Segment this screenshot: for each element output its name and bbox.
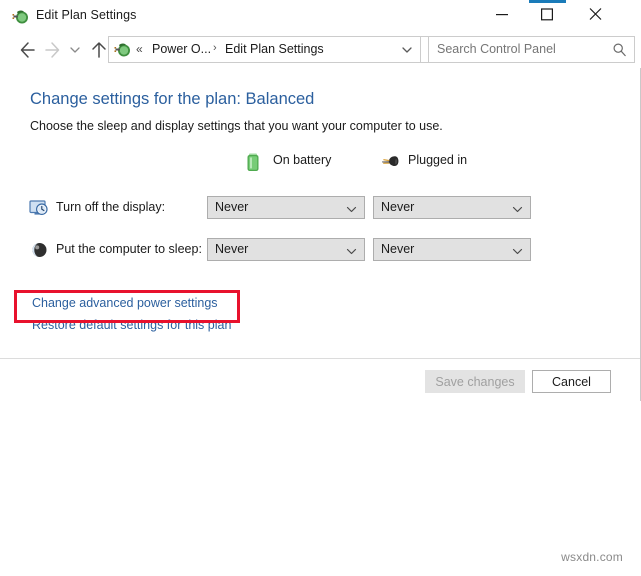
minimize-button[interactable] (479, 0, 524, 29)
watermark: wsxdn.com (561, 550, 623, 564)
window-title: Edit Plan Settings (36, 8, 136, 22)
chevron-down-icon[interactable] (345, 202, 358, 213)
chevron-down-icon[interactable] (511, 244, 524, 255)
breadcrumb[interactable]: « Power O... › Edit Plan Settings (108, 36, 421, 63)
select-value: Never (215, 242, 248, 256)
search-icon[interactable] (612, 42, 627, 57)
minimize-icon (496, 0, 508, 29)
address-bar: « Power O... › Edit Plan Settings Search… (0, 33, 641, 68)
maximize-icon (541, 0, 553, 29)
up-arrow-icon (89, 37, 109, 63)
forward-button[interactable] (42, 37, 68, 63)
save-changes-button[interactable]: Save changes (425, 370, 525, 393)
breadcrumb-overflow[interactable]: « (136, 42, 143, 56)
title-bar: Edit Plan Settings (0, 0, 641, 34)
edit-plan-settings-window: Edit Plan Settings (0, 0, 641, 576)
display-plugged-in-select[interactable]: Never (373, 196, 531, 219)
back-button[interactable] (12, 37, 38, 63)
back-arrow-icon (15, 37, 35, 63)
chevron-down-icon (68, 37, 82, 63)
page-subtitle: Choose the sleep and display settings th… (30, 119, 443, 133)
maximize-button[interactable] (524, 0, 569, 29)
page-title: Change settings for the plan: Balanced (30, 90, 314, 109)
forward-arrow-icon (45, 37, 65, 63)
breadcrumb-current[interactable]: Edit Plan Settings (225, 42, 324, 56)
search-placeholder: Search Control Panel (437, 42, 556, 56)
power-plan-icon (12, 8, 29, 25)
sleep-on-battery-select[interactable]: Never (207, 238, 365, 261)
sleep-moon-icon (30, 240, 50, 260)
display-clock-icon (29, 198, 49, 218)
cancel-button[interactable]: Cancel (532, 370, 611, 393)
column-label: Plugged in (408, 153, 467, 167)
battery-icon (240, 149, 266, 175)
select-value: Never (381, 200, 414, 214)
sleep-plugged-in-select[interactable]: Never (373, 238, 531, 261)
breadcrumb-separator: › (213, 42, 217, 54)
chevron-down-icon[interactable] (398, 43, 416, 57)
footer-bar: Save changes Cancel (0, 359, 640, 401)
breadcrumb-parent[interactable]: Power O... (152, 42, 211, 56)
highlight-annotation (14, 290, 240, 323)
power-plan-icon (114, 41, 131, 58)
search-input[interactable]: Search Control Panel (428, 36, 635, 63)
recent-locations-button[interactable] (66, 37, 84, 63)
close-icon (589, 0, 602, 29)
display-on-battery-select[interactable]: Never (207, 196, 365, 219)
close-button[interactable] (570, 0, 620, 29)
select-value: Never (381, 242, 414, 256)
setting-label-display: Turn off the display: (56, 200, 165, 214)
column-label: On battery (273, 153, 331, 167)
power-plug-icon (375, 149, 401, 175)
select-value: Never (215, 200, 248, 214)
setting-label-sleep: Put the computer to sleep: (56, 242, 202, 256)
chevron-down-icon[interactable] (345, 244, 358, 255)
chevron-down-icon[interactable] (511, 202, 524, 213)
page-background (0, 401, 641, 576)
